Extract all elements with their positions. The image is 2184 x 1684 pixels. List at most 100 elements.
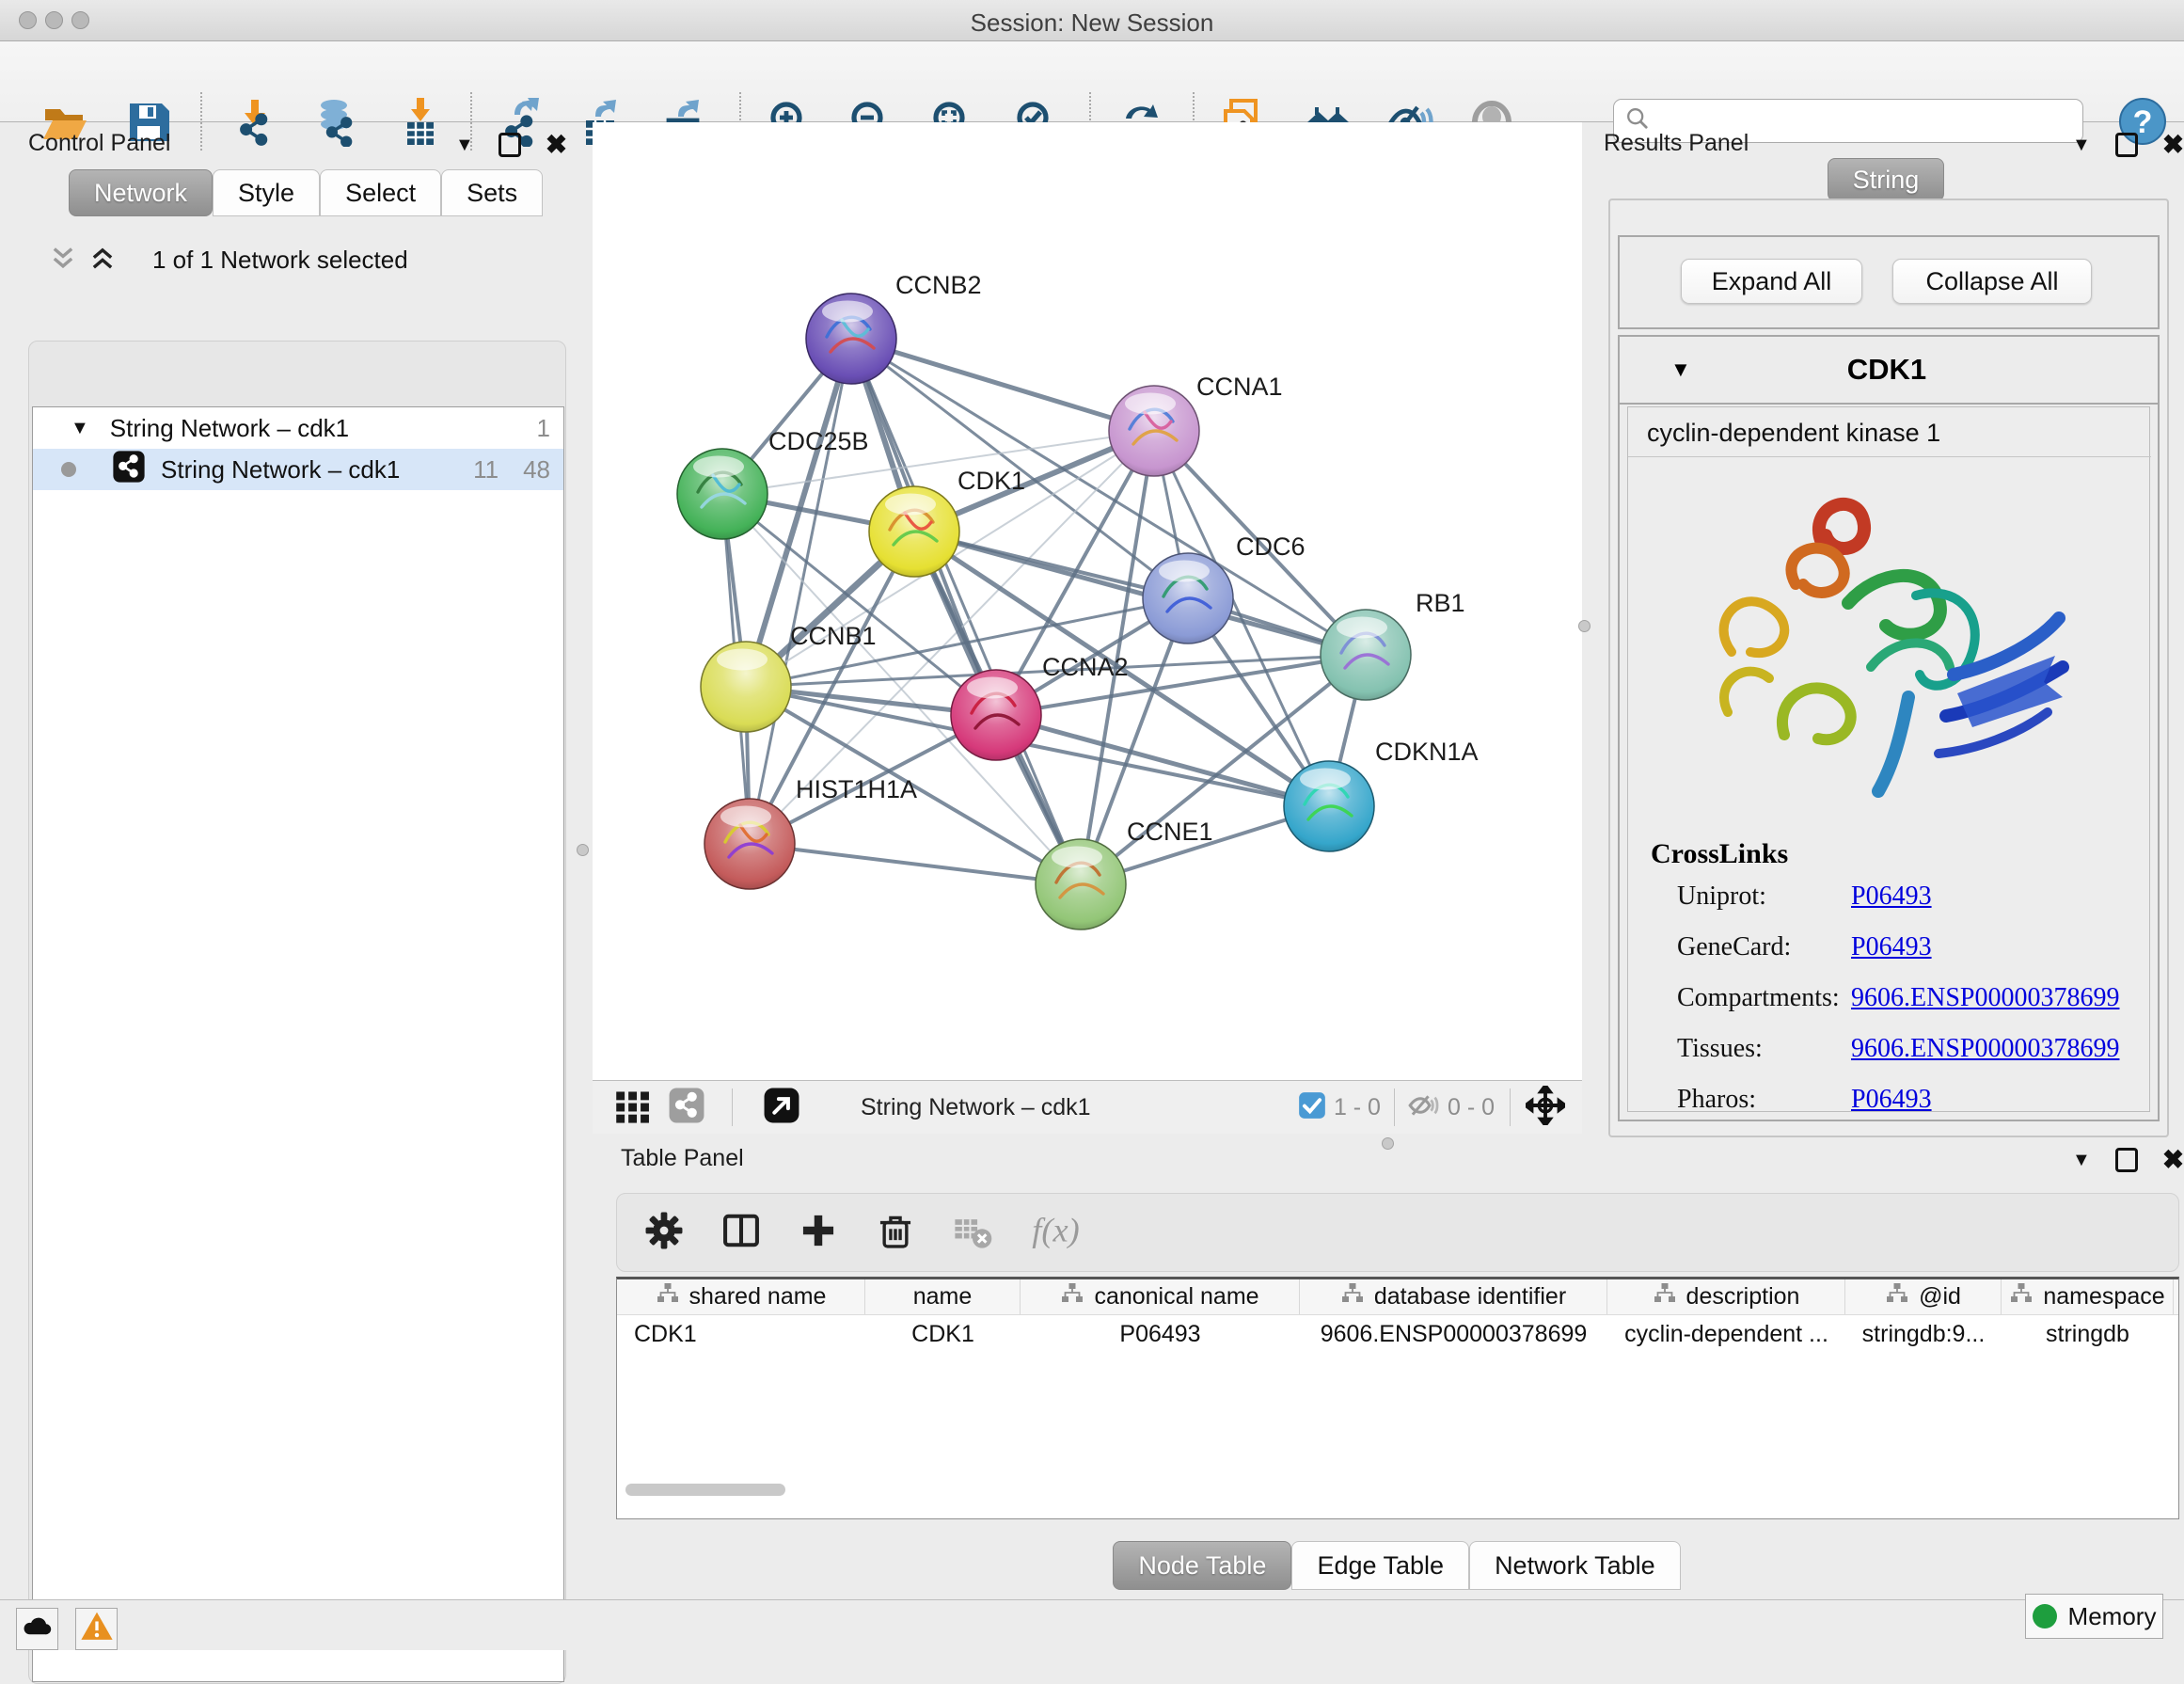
table-settings-gear-icon[interactable] — [643, 1210, 685, 1256]
table-cell[interactable]: CDK1 — [617, 1315, 865, 1353]
network-canvas[interactable]: CCNB2CCNA1CDC25BCDK1CDC6RB1CCNB1CCNA2CDK… — [593, 122, 1582, 1080]
table-cell[interactable]: stringdb:9... — [1845, 1315, 2002, 1353]
panel-float-icon[interactable] — [2115, 1148, 2138, 1172]
protein-section-header[interactable]: ▼ CDK1 — [1620, 337, 2158, 405]
node-CCNA2[interactable] — [951, 670, 1041, 760]
table-cell[interactable]: cyclin-dependent ... — [1607, 1315, 1845, 1353]
node-label-CCNB1: CCNB1 — [790, 622, 877, 650]
edge-CCNA2-CDKN1A[interactable] — [996, 715, 1329, 806]
edge-CCNB2-HIST1H1A[interactable] — [750, 339, 851, 844]
panel-menu-icon[interactable]: ▼ — [455, 135, 474, 154]
panel-menu-icon[interactable]: ▼ — [2072, 1151, 2091, 1169]
table-cell[interactable]: 9606.ENSP00000378699 — [1300, 1315, 1607, 1353]
crosslink-link[interactable]: 9606.ENSP00000378699 — [1851, 1034, 2119, 1064]
panel-float-icon[interactable] — [499, 133, 521, 157]
control-panel-controls: ▼ ✖ — [455, 132, 567, 158]
collapse-all-button[interactable]: Collapse All — [1892, 259, 2092, 304]
tab-network[interactable]: Network — [69, 169, 213, 216]
node-HIST1H1A[interactable] — [704, 799, 795, 889]
table-tabs: Node Table Edge Table Network Table — [609, 1541, 2184, 1590]
tree-icon — [1885, 1281, 1909, 1312]
crosslink-link[interactable]: P06493 — [1851, 932, 1932, 962]
crosslink-label: Compartments: — [1677, 983, 1851, 1013]
memory-button[interactable]: Memory — [2025, 1594, 2163, 1639]
column-header-namespace[interactable]: namespace — [2002, 1279, 2174, 1314]
node-label-CCNB2: CCNB2 — [895, 271, 982, 299]
cloud-button[interactable] — [16, 1608, 58, 1650]
table-row[interactable]: CDK1CDK1P064939606.ENSP00000378699cyclin… — [617, 1315, 2178, 1353]
column-header-canonical-name[interactable]: canonical name — [1021, 1279, 1300, 1314]
network-collection-row[interactable]: ▼ String Network – cdk1 1 — [33, 407, 563, 449]
delete-table-icon — [952, 1210, 993, 1256]
section-caret-icon[interactable]: ▼ — [1670, 357, 1691, 382]
delete-column-icon[interactable] — [875, 1210, 916, 1256]
tab-string[interactable]: String — [1828, 158, 1945, 201]
tab-node-table[interactable]: Node Table — [1113, 1541, 1291, 1590]
node-CDC6[interactable] — [1143, 553, 1233, 643]
node-CCNB2[interactable] — [806, 294, 896, 384]
node-CDC25B[interactable] — [677, 449, 768, 539]
column-header--id[interactable]: @id — [1845, 1279, 2002, 1314]
crosslink-row: Compartments:9606.ENSP00000378699 — [1677, 983, 2119, 1013]
node-CCNE1[interactable] — [1036, 839, 1126, 929]
panel-close-icon[interactable]: ✖ — [2162, 132, 2184, 158]
network-node-count: 11 — [473, 455, 499, 485]
tab-edge-table[interactable]: Edge Table — [1291, 1541, 1469, 1590]
node-label-CDC6: CDC6 — [1236, 532, 1306, 561]
collection-caret-icon[interactable]: ▼ — [71, 418, 89, 439]
column-header-description[interactable]: description — [1607, 1279, 1845, 1314]
collection-count: 1 — [537, 414, 550, 443]
crosslink-link[interactable]: 9606.ENSP00000378699 — [1851, 983, 2119, 1013]
table-cell[interactable]: P06493 — [1021, 1315, 1300, 1353]
tab-network-table[interactable]: Network Table — [1469, 1541, 1681, 1590]
share-view-icon[interactable] — [668, 1087, 705, 1129]
node-CCNA1[interactable] — [1109, 386, 1199, 476]
network-row[interactable]: String Network – cdk1 11 48 — [33, 449, 563, 490]
table-cell[interactable]: stringdb — [2002, 1315, 2174, 1353]
table-panel: Table Panel ▼ ✖ f(x) shared namenamecano… — [609, 1134, 2184, 1592]
selected-checkbox-icon[interactable] — [1298, 1091, 1326, 1124]
panel-close-icon[interactable]: ✖ — [2162, 1147, 2184, 1173]
protein-name: CDK1 — [1691, 353, 2082, 387]
edge-HIST1H1A-CCNE1[interactable] — [750, 844, 1081, 884]
hidden-eye-slash-icon[interactable] — [1406, 1088, 1440, 1127]
node-table[interactable]: shared namenamecanonical namedatabase id… — [616, 1277, 2179, 1519]
network-view-footer: String Network – cdk1 1 - 0 0 - 0 — [593, 1080, 1582, 1134]
network-view-title: String Network – cdk1 — [861, 1094, 1298, 1121]
table-horizontal-scrollbar[interactable] — [625, 1484, 785, 1496]
edge-CCNB2-CCNA1[interactable] — [851, 339, 1154, 431]
birdseye-toggle-icon[interactable] — [1526, 1086, 1565, 1130]
table-cell[interactable]: CDK1 — [865, 1315, 1021, 1353]
detach-view-icon[interactable] — [763, 1087, 800, 1129]
expand-all-networks-icon[interactable] — [87, 243, 119, 279]
crosslink-label: GeneCard: — [1677, 932, 1851, 962]
collapse-all-networks-icon[interactable] — [47, 243, 79, 279]
grid-view-icon[interactable] — [613, 1086, 653, 1130]
crosslink-link[interactable]: P06493 — [1851, 1085, 1932, 1115]
node-RB1[interactable] — [1321, 610, 1411, 700]
panel-menu-icon[interactable]: ▼ — [2072, 135, 2091, 154]
panel-float-icon[interactable] — [2115, 133, 2138, 157]
node-CDKN1A[interactable] — [1284, 761, 1374, 851]
column-header-name[interactable]: name — [865, 1279, 1021, 1314]
memory-status-dot — [2033, 1604, 2057, 1628]
panel-close-icon[interactable]: ✖ — [546, 132, 567, 158]
column-header-shared-name[interactable]: shared name — [617, 1279, 865, 1314]
tab-sets[interactable]: Sets — [441, 169, 543, 216]
add-column-icon[interactable] — [798, 1210, 839, 1256]
tab-style[interactable]: Style — [213, 169, 320, 216]
expand-all-button[interactable]: Expand All — [1681, 259, 1862, 304]
crosslinks-heading: CrossLinks — [1651, 838, 1788, 870]
crosslink-row: GeneCard:P06493 — [1677, 932, 2119, 962]
crosslink-label: Uniprot: — [1677, 882, 1851, 912]
column-header-database-identifier[interactable]: database identifier — [1300, 1279, 1607, 1314]
node-CCNB1[interactable] — [701, 642, 791, 732]
left-splitter-handle[interactable] — [577, 844, 589, 856]
node-label-CCNE1: CCNE1 — [1127, 818, 1213, 846]
node-CDK1[interactable] — [869, 486, 959, 577]
tab-select[interactable]: Select — [320, 169, 441, 216]
tree-icon — [2009, 1281, 2034, 1312]
crosslink-link[interactable]: P06493 — [1851, 882, 1932, 912]
warnings-button[interactable] — [75, 1608, 118, 1650]
show-columns-icon[interactable] — [720, 1210, 762, 1256]
